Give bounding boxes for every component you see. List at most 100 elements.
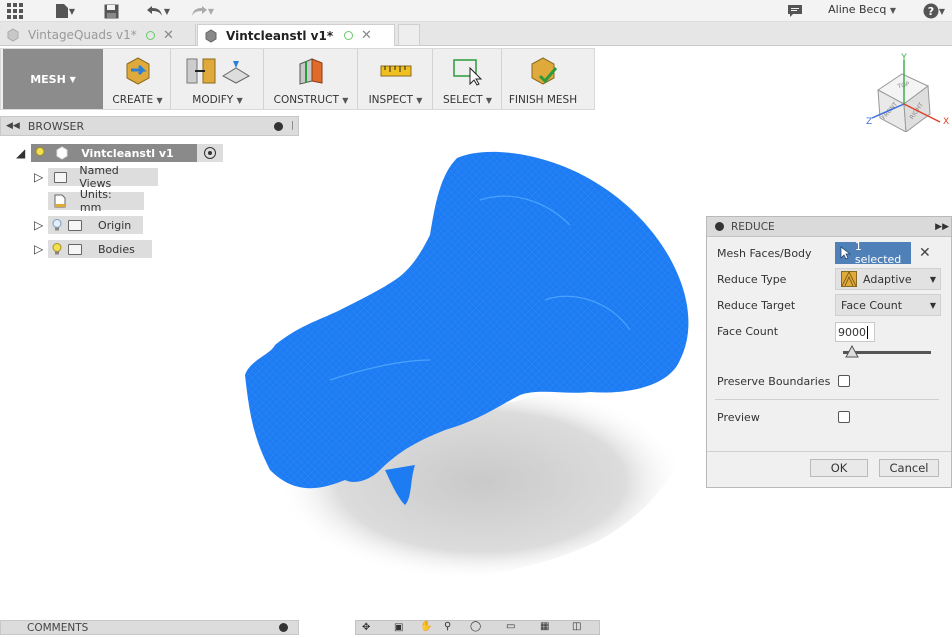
tab-vintcleanstl[interactable]: Vintcleanstl v1* ✕ — [197, 24, 395, 46]
reduce-dialog: REDUCE ▶▶ Mesh Faces/Body 1 selected ✕ R… — [706, 216, 952, 488]
folder-icon — [54, 171, 68, 183]
create-label: CREATE — [112, 94, 154, 106]
orbit-icon[interactable]: ✥ — [362, 622, 370, 633]
axis-x-label: X — [943, 117, 949, 127]
measure-icon — [380, 65, 411, 77]
visibility-bulb-off-icon[interactable] — [52, 219, 62, 231]
finish-mesh-label: FINISH MESH — [508, 94, 578, 106]
tree-item-named-views[interactable]: ▷ Named Views — [34, 164, 158, 190]
construct-label: CONSTRUCT — [273, 94, 339, 106]
face-count-label: Face Count — [717, 325, 779, 338]
tree-item-label: Origin — [98, 218, 132, 232]
panel-pin-icon[interactable] — [273, 121, 283, 131]
expand-icon[interactable]: ▷ — [34, 242, 48, 256]
tab-vintagequads[interactable]: VintageQuads v1* ✕ — [0, 24, 196, 46]
activate-component-icon[interactable] — [197, 144, 224, 162]
reduce-target-dropdown[interactable]: Face Count ▼ — [835, 294, 941, 316]
folder-icon — [68, 243, 82, 255]
tree-root[interactable]: ◢ Vintcleanstl v1 — [16, 144, 224, 162]
document-tabs: VintageQuads v1* ✕ Vintcleanstl v1* ✕ — [0, 22, 952, 46]
divider — [715, 399, 939, 400]
slider-thumb[interactable] — [844, 344, 859, 358]
expand-icon[interactable]: ▷ — [34, 218, 48, 232]
visibility-bulb-icon[interactable] — [35, 147, 45, 159]
dialog-title: REDUCE — [731, 220, 775, 233]
reduce-type-value: Adaptive — [863, 272, 912, 286]
tree-item-label: Units: mm — [79, 188, 112, 214]
comments-panel-header[interactable]: COMMENTS — [0, 620, 299, 635]
reduce-dialog-header[interactable]: REDUCE ▶▶ — [707, 217, 951, 237]
select-group[interactable]: SELECT ▼ — [434, 49, 502, 109]
face-count-value: 9000 — [838, 326, 866, 339]
redo-icon[interactable]: ▼ — [186, 3, 218, 19]
expand-icon[interactable]: ▷ — [34, 170, 48, 184]
file-icon[interactable]: ▼ — [52, 3, 78, 19]
reduce-type-dropdown[interactable]: Adaptive ▼ — [835, 268, 941, 290]
mesh-selection-button[interactable]: 1 selected — [835, 240, 911, 266]
clear-selection-icon[interactable]: ✕ — [919, 245, 931, 261]
face-count-input[interactable]: 9000 — [835, 322, 875, 342]
browser-title: BROWSER — [27, 119, 85, 133]
inspect-label: INSPECT — [368, 94, 413, 106]
new-tab-button[interactable] — [398, 24, 420, 46]
inspect-group[interactable]: INSPECT ▼ — [359, 49, 433, 109]
comments-title: COMMENTS — [27, 621, 89, 634]
finish-mesh-button[interactable]: FINISH MESH — [503, 49, 583, 109]
selection-count: 1 selected — [854, 240, 902, 266]
chat-icon[interactable] — [786, 3, 804, 19]
chevron-down-icon: ▼ — [929, 300, 936, 310]
fit-icon[interactable]: ◯ — [470, 621, 481, 632]
close-icon[interactable]: ✕ — [361, 28, 372, 43]
ok-button[interactable]: OK — [810, 459, 868, 477]
close-icon[interactable]: ✕ — [163, 28, 174, 43]
part-icon — [7, 28, 19, 42]
adaptive-icon — [841, 271, 857, 287]
display-settings-icon[interactable]: ▭ — [506, 621, 515, 632]
tree-item-bodies[interactable]: ▷ Bodies — [34, 240, 152, 258]
save-icon[interactable] — [102, 3, 120, 19]
cancel-button[interactable]: Cancel — [879, 459, 939, 477]
axis-y-label: Y — [900, 53, 907, 63]
browser-panel-header[interactable]: ◀◀ BROWSER | — [0, 116, 299, 136]
plane-icon — [299, 58, 323, 85]
modify-mesh-icon — [186, 58, 215, 84]
preview-checkbox[interactable] — [838, 411, 850, 423]
remesh-icon — [221, 61, 250, 84]
modify-group[interactable]: MODIFY ▼ — [172, 49, 264, 109]
visibility-bulb-icon[interactable] — [52, 243, 62, 255]
part-icon — [205, 28, 217, 43]
mesh-faces-label: Mesh Faces/Body — [717, 247, 812, 260]
tree-item-origin[interactable]: ▷ Origin — [34, 216, 143, 234]
add-comment-icon[interactable] — [279, 623, 288, 632]
component-icon — [56, 146, 68, 160]
create-mesh-icon — [126, 57, 149, 85]
sync-status-icon — [146, 30, 155, 40]
preserve-boundaries-checkbox[interactable] — [838, 375, 850, 387]
zoom-icon[interactable]: ⚲ — [444, 621, 451, 632]
toolbar-ribbon: MESH ▼ CREATE ▼ MODIFY ▼ CONSTRUCT ▼ INS… — [0, 48, 595, 110]
grid-settings-icon[interactable]: ▦ — [540, 621, 549, 632]
tree-item-label: Bodies — [98, 242, 135, 256]
divider — [707, 451, 951, 452]
collapse-panel-icon[interactable]: ◀◀ — [6, 121, 20, 131]
view-cube[interactable]: TOP FRONT RIGHT Y X Z — [862, 52, 952, 132]
modify-label: MODIFY — [192, 94, 234, 106]
document-icon — [54, 194, 66, 208]
look-at-icon[interactable]: ▣ — [394, 622, 403, 633]
dialog-expand-icon[interactable]: ▶▶ — [935, 222, 949, 232]
collapse-icon[interactable]: ◢ — [16, 146, 25, 160]
dialog-collapse-icon[interactable] — [715, 222, 724, 231]
viewports-icon[interactable]: ◫ — [572, 621, 581, 632]
tree-item-units[interactable]: Units: mm — [48, 188, 144, 214]
application-bar: ▼ ▼ ▼ Aline Becq ▼ ? ▼ — [0, 0, 952, 22]
create-group[interactable]: CREATE ▼ — [105, 49, 171, 109]
tab-label: VintageQuads v1* — [28, 28, 137, 42]
pan-icon[interactable]: ✋ — [420, 621, 432, 632]
user-menu[interactable]: Aline Becq ▼ — [828, 3, 896, 16]
grid-icon[interactable] — [6, 3, 24, 19]
help-icon[interactable]: ? ▼ — [918, 3, 950, 19]
undo-icon[interactable]: ▼ — [142, 3, 174, 19]
workspace-switcher[interactable]: MESH ▼ — [3, 49, 103, 109]
construct-group[interactable]: CONSTRUCT ▼ — [265, 49, 358, 109]
root-label: Vintcleanstl v1 — [81, 146, 174, 160]
